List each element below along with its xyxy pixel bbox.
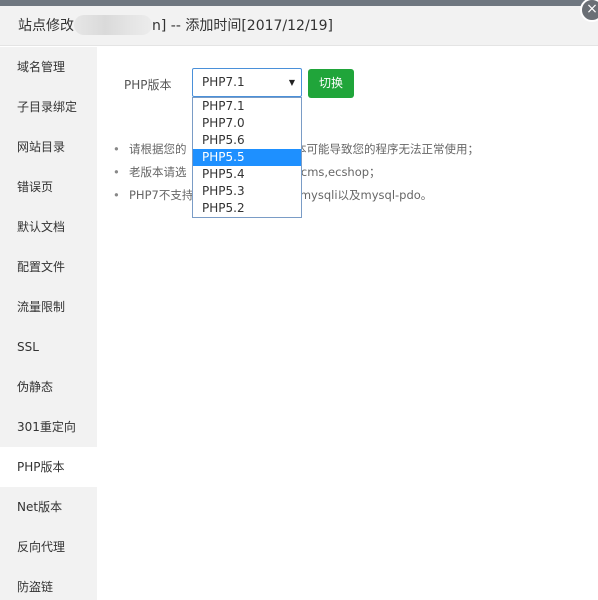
php-version-dropdown: PHP7.1 PHP7.0 PHP5.6 PHP5.5 PHP5.4 PHP5.…	[192, 97, 302, 218]
sidebar-item-traffic-limit[interactable]: 流量限制	[0, 287, 97, 327]
tip-text-start: 老版本请选	[129, 165, 187, 179]
chevron-down-icon: ▼	[288, 78, 295, 87]
sidebar-item-redirect[interactable]: 301重定向	[0, 407, 97, 447]
dialog-title-suffix: n] -- 添加时间[2017/12/19]	[152, 18, 333, 34]
dialog-title-prefix: 站点修改	[18, 18, 74, 34]
sidebar-item-reverse-proxy[interactable]: 反向代理	[0, 527, 97, 567]
sidebar-item-site-dir[interactable]: 网站目录	[0, 127, 97, 167]
php-option-5-5[interactable]: PHP5.5	[193, 149, 301, 166]
php-option-5-2[interactable]: PHP5.2	[193, 200, 301, 217]
sidebar-item-ssl[interactable]: SSL	[0, 327, 97, 367]
php-version-label: PHP版本	[124, 78, 172, 92]
php-option-5-6[interactable]: PHP5.6	[193, 132, 301, 149]
main-panel: PHP版本 PHP7.1 ▼ 切换 请根据您的切换版本可能导致您的程序无法正常使…	[97, 47, 598, 600]
tip-text-end: 装mysqli以及mysql-pdo。	[288, 188, 433, 202]
close-icon: ×	[586, 1, 598, 17]
sidebar-item-default-doc[interactable]: 默认文档	[0, 207, 97, 247]
sidebar-item-error-page[interactable]: 错误页	[0, 167, 97, 207]
php-option-7-0[interactable]: PHP7.0	[193, 115, 301, 132]
php-option-7-1[interactable]: PHP7.1	[193, 98, 301, 115]
sidebar-item-subdir[interactable]: 子目录绑定	[0, 87, 97, 127]
sidebar-item-rewrite[interactable]: 伪静态	[0, 367, 97, 407]
sidebar-item-php-version[interactable]: PHP版本	[0, 447, 97, 487]
sidebar-item-config-file[interactable]: 配置文件	[0, 247, 97, 287]
php-version-select[interactable]: PHP7.1 ▼	[192, 68, 302, 97]
php-option-5-4[interactable]: PHP5.4	[193, 166, 301, 183]
sidebar-item-hotlink[interactable]: 防盗链	[0, 567, 97, 600]
switch-button[interactable]: 切换	[308, 69, 354, 98]
sidebar-item-domain[interactable]: 域名管理	[0, 47, 97, 87]
php-version-selected-value: PHP7.1	[202, 75, 245, 89]
tip-text-start: 请根据您的	[129, 142, 187, 156]
php-option-5-3[interactable]: PHP5.3	[193, 183, 301, 200]
redacted-domain	[74, 14, 152, 35]
dialog-titlebar: 站点修改 n] -- 添加时间[2017/12/19]	[0, 6, 598, 46]
tip-text-start: PHP7不支持	[129, 188, 194, 202]
sidebar: 域名管理 子目录绑定 网站目录 错误页 默认文档 配置文件 流量限制 SSL 伪…	[0, 47, 97, 600]
sidebar-item-net-version[interactable]: Net版本	[0, 487, 97, 527]
